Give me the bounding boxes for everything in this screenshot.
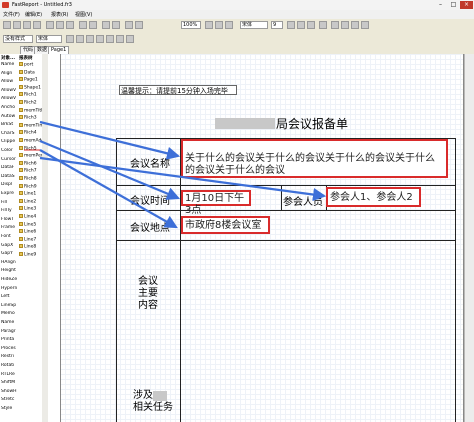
annotation-arrows [24,120,327,229]
arrow-memtitle [39,120,181,160]
arrow-memperson [39,156,327,202]
